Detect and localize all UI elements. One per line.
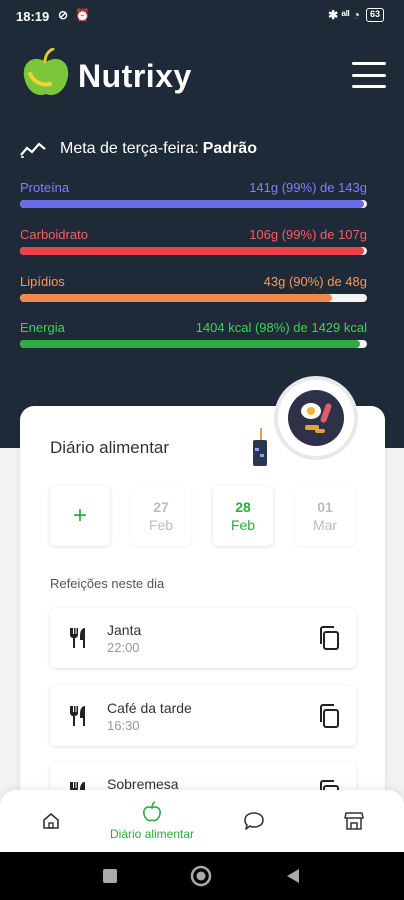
add-day-button[interactable]: + — [50, 486, 110, 546]
macro-bar — [20, 247, 367, 255]
macro-name: Carboidrato — [20, 227, 88, 242]
chat-bubble-icon — [244, 812, 264, 830]
store-icon — [344, 812, 364, 830]
menu-button[interactable] — [352, 62, 386, 88]
menu-line — [352, 85, 386, 88]
macro-protein: Proteína 141g (99%) de 143g — [20, 180, 367, 210]
date-day: 27 — [153, 499, 169, 515]
macro-value: 43g (90%) de 48g — [263, 274, 367, 289]
copy-icon[interactable] — [318, 704, 340, 728]
recent-apps-icon[interactable] — [101, 867, 119, 885]
copy-icon[interactable] — [318, 626, 340, 650]
meal-time: 22:00 — [107, 640, 140, 655]
macro-bar-fill — [20, 200, 364, 208]
header: Nutrixy Meta de terça-feira: Padrão Prot… — [0, 30, 404, 448]
menu-line — [352, 73, 386, 77]
meals-section-label: Refeições neste dia — [50, 576, 165, 591]
meal-item-cafe-da-tarde[interactable]: Café da tarde 16:30 — [50, 686, 356, 746]
date-month: Mar — [312, 517, 338, 533]
macro-bar-fill — [20, 294, 333, 302]
goal-row: Meta de terça-feira: Padrão — [20, 138, 257, 160]
macro-name: Energia — [20, 320, 65, 335]
breakfast-plate-icon — [288, 390, 344, 446]
macro-bar — [20, 340, 367, 348]
home-icon — [43, 813, 59, 829]
status-right-icons: ✱ ᵃˡˡ ◔ 63 — [328, 8, 384, 22]
macro-bar-fill — [20, 340, 361, 348]
apple-logo-icon — [23, 48, 69, 96]
macro-bar — [20, 200, 367, 208]
macro-carbs: Carboidrato 106g (99%) de 107g — [20, 227, 367, 257]
macro-value: 1404 kcal (98%) de 1429 kcal — [195, 320, 367, 335]
date-28-feb-selected[interactable]: 28 Feb — [213, 486, 273, 546]
date-month: Feb — [230, 517, 256, 533]
nav-chat[interactable] — [236, 790, 272, 852]
status-time: 18:19 — [16, 9, 50, 24]
bottom-navigation: Diário alimentar — [0, 790, 404, 852]
cutlery-icon — [70, 628, 85, 648]
app-name: Nutrixy — [78, 58, 192, 94]
meal-name: Café da tarde — [107, 700, 192, 716]
date-01-mar[interactable]: 01 Mar — [295, 486, 355, 546]
meal-name: Janta — [107, 622, 142, 638]
date-day: 28 — [235, 499, 251, 515]
macro-value: 106g (99%) de 107g — [249, 227, 367, 242]
menu-line — [352, 62, 386, 65]
macro-fat: Lipídios 43g (90%) de 48g — [20, 274, 367, 304]
nav-food-diary-label: Diário alimentar — [109, 827, 195, 841]
macro-energy: Energia 1404 kcal (98%) de 1429 kcal — [20, 320, 367, 350]
macro-name: Proteína — [20, 180, 70, 195]
back-icon[interactable] — [285, 867, 301, 885]
nav-food-diary[interactable]: Diário alimentar — [100, 790, 204, 852]
goal-value: Padrão — [202, 140, 257, 157]
nav-home[interactable] — [34, 790, 68, 852]
macro-name: Lipídios — [20, 274, 65, 289]
plus-icon: + — [72, 502, 87, 529]
connectivity-icons: ✱ ᵃˡˡ ◔ — [328, 8, 360, 22]
cutlery-icon — [70, 706, 85, 726]
goal-label: Meta de terça-feira: — [60, 140, 199, 157]
date-day: 01 — [317, 499, 333, 515]
plate-illustration — [278, 380, 354, 456]
system-navigation-bar — [0, 852, 404, 900]
drink-glass-icon — [253, 428, 267, 466]
apple-icon — [143, 801, 161, 822]
date-27-feb[interactable]: 27 Feb — [131, 486, 191, 546]
home-circle-icon[interactable] — [190, 865, 212, 887]
trend-icon — [20, 142, 46, 158]
macro-bar — [20, 294, 367, 302]
diary-title: Diário alimentar — [50, 438, 170, 457]
diary-card: Diário alimentar + 27 Feb 28 Feb 01 Mar … — [20, 380, 385, 846]
status-bar: 18:19 ⊘ ⏰ ✱ ᵃˡˡ ◔ 63 — [0, 0, 404, 30]
nav-store[interactable] — [336, 790, 372, 852]
meal-item-janta[interactable]: Janta 22:00 — [50, 608, 356, 668]
status-left-icons: ⊘ ⏰ — [58, 8, 93, 22]
battery-icon: 63 — [365, 8, 384, 22]
meal-time: 16:30 — [107, 718, 140, 733]
date-month: Feb — [148, 517, 174, 533]
macro-bar-fill — [20, 247, 364, 255]
macro-value: 141g (99%) de 143g — [249, 180, 367, 195]
